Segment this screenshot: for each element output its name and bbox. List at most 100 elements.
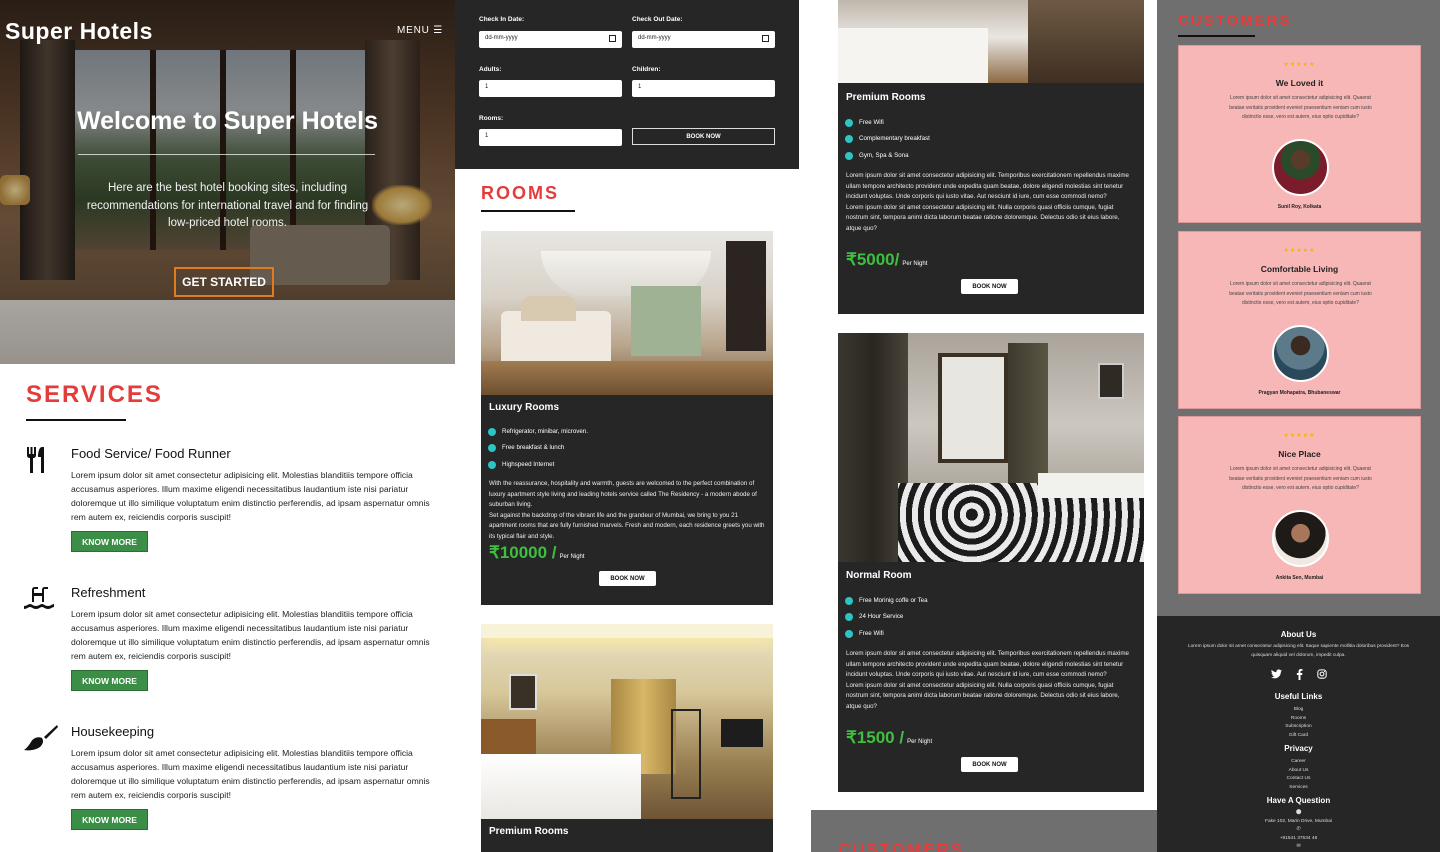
rooms-label: Rooms: xyxy=(479,115,504,122)
footer-about-text: Lorem ipsum dolor sit amet consectetur a… xyxy=(1187,644,1410,658)
location-icon: ⬤ xyxy=(1295,810,1302,815)
footer-link[interactable]: Career xyxy=(1157,758,1440,767)
testimonial-card: ★★★★★ We Loved it Lorem ipsum dolor sit … xyxy=(1178,45,1421,223)
book-now-button[interactable]: BOOK NOW xyxy=(632,128,775,145)
book-now-button[interactable]: BOOK NOW xyxy=(599,571,656,586)
hero-services-panel: Super Hotels MENU ☰ Welcome to Super Hot… xyxy=(0,0,455,852)
calendar-icon[interactable] xyxy=(609,35,616,42)
rooms-detail-panel: Premium Rooms Free Wifi Complementary br… xyxy=(811,0,1157,852)
room-name: Premium Rooms xyxy=(846,92,926,103)
rating-stars-icon: ★★★★★ xyxy=(1283,62,1316,68)
footer-link[interactable]: Gift Card xyxy=(1157,732,1440,741)
social-links xyxy=(1157,669,1440,683)
room-price: ₹5000/Per Night xyxy=(846,250,928,269)
phone-icon: ✆ xyxy=(1296,827,1301,832)
hero-subtext: Here are the best hotel booking sites, i… xyxy=(86,182,369,229)
avatar xyxy=(1272,325,1329,382)
testimonial-title: Nice Place xyxy=(1278,449,1321,459)
feature-item: Gym, Spa & Sona xyxy=(846,148,930,164)
footer-privacy-title: Privacy xyxy=(1284,744,1313,753)
hero-heading: Welcome to Super Hotels xyxy=(77,107,378,135)
footer-useful-links: Blog Rooms Subscription Gift Card xyxy=(1157,706,1440,740)
adults-label: Adults: xyxy=(479,66,502,73)
mail-icon[interactable]: ✉ xyxy=(1157,843,1440,852)
service-title: Refreshment xyxy=(71,585,146,600)
customer-name: Pragyan Mohapatra, Bhubaneswar xyxy=(1258,390,1341,396)
room-description: Lorem ipsum dolor sit amet consectetur a… xyxy=(846,172,1129,232)
rooms-input[interactable]: 1 xyxy=(479,129,622,146)
feature-item: Complementary breakfast xyxy=(846,131,930,147)
feature-item: Refrigerator, minibar, microven. xyxy=(489,424,588,440)
booking-rooms-panel: Check In Date: Check Out Date: dd-mm-yyy… xyxy=(455,0,799,852)
footer-link[interactable]: Rooms xyxy=(1157,715,1440,724)
customers-footer-panel: CUSTOMERS ★★★★★ We Loved it Lorem ipsum … xyxy=(1157,0,1440,852)
get-started-button[interactable]: GET STARTED xyxy=(174,267,274,297)
feature-item: Free Morinig coffe or Tea xyxy=(846,593,928,609)
room-image xyxy=(481,231,773,395)
footer-link[interactable]: Subscription xyxy=(1157,723,1440,732)
facebook-icon[interactable] xyxy=(1296,669,1303,683)
footer-contact: ⬤ Fake 102, Marin Drive, Mumbai ✆ +91541… xyxy=(1157,809,1440,852)
children-input[interactable]: 1 xyxy=(632,80,775,97)
testimonial-card: ★★★★★ Nice Place Lorem ipsum dolor sit a… xyxy=(1178,416,1421,594)
instagram-icon[interactable] xyxy=(1316,669,1327,683)
calendar-icon[interactable] xyxy=(762,35,769,42)
rating-stars-icon: ★★★★★ xyxy=(1283,433,1316,439)
booking-form: Check In Date: Check Out Date: dd-mm-yyy… xyxy=(455,0,799,169)
room-description: With the reassurance, hospitality and wa… xyxy=(489,480,765,540)
adults-input[interactable]: 1 xyxy=(479,80,622,97)
footer-link[interactable]: About Us xyxy=(1157,767,1440,776)
customers-title: CUSTOMERS xyxy=(838,840,965,852)
avatar xyxy=(1272,510,1329,567)
footer-link[interactable]: Blog xyxy=(1157,706,1440,715)
know-more-button[interactable]: KNOW MORE xyxy=(71,670,148,691)
footer-question-title: Have A Question xyxy=(1266,796,1331,805)
know-more-button[interactable]: KNOW MORE xyxy=(71,531,148,552)
footer-privacy-links: Career About Us Contact Us Services xyxy=(1157,758,1440,792)
room-card-premium: Premium Rooms Free Wifi Complementary br… xyxy=(838,0,1144,314)
avatar xyxy=(1272,139,1329,196)
customer-name: Ankita Sen, Mumbai xyxy=(1275,575,1324,581)
rooms-underline xyxy=(481,210,575,212)
footer-address: Fake 102, Marin Drive, Mumbai xyxy=(1265,818,1332,824)
checkin-date-input[interactable]: dd-mm-yyyy xyxy=(479,31,622,48)
customers-underline xyxy=(1178,35,1255,37)
footer-link[interactable]: Services xyxy=(1157,784,1440,793)
service-title: Food Service/ Food Runner xyxy=(71,446,231,461)
brand-logo[interactable]: Super Hotels xyxy=(5,18,153,45)
menu-button[interactable]: MENU ☰ xyxy=(397,25,443,36)
feature-item: Free Wifi xyxy=(846,626,928,642)
room-card-premium: Premium Rooms xyxy=(481,624,773,852)
service-title: Housekeeping xyxy=(71,724,155,739)
feature-item: Free Wifi xyxy=(846,115,930,131)
room-name: Luxury Rooms xyxy=(489,402,560,413)
room-features: Free Wifi Complementary breakfast Gym, S… xyxy=(846,115,930,164)
checkout-date-input[interactable]: dd-mm-yyyy xyxy=(632,31,775,48)
customers-title: CUSTOMERS xyxy=(1178,12,1292,29)
checkin-label: Check In Date: xyxy=(479,16,525,23)
room-name: Normal Room xyxy=(846,570,912,581)
hero-divider xyxy=(78,154,375,155)
room-price: ₹1500 /Per Night xyxy=(846,728,933,747)
footer-phone[interactable]: +91541 37534 48 xyxy=(1157,835,1440,844)
service-text: Lorem ipsum dolor sit amet consectetur a… xyxy=(71,748,430,800)
testimonial-text: Lorem ipsum dolor sit amet consectetur a… xyxy=(1229,281,1372,306)
footer: About Us Lorem ipsum dolor sit amet cons… xyxy=(1157,616,1440,852)
rating-stars-icon: ★★★★★ xyxy=(1283,248,1316,254)
room-description: Lorem ipsum dolor sit amet consectetur a… xyxy=(846,650,1129,710)
pool-icon xyxy=(24,587,54,609)
twitter-icon[interactable] xyxy=(1270,669,1282,683)
know-more-button[interactable]: KNOW MORE xyxy=(71,809,148,830)
room-card-luxury: Luxury Rooms Refrigerator, minibar, micr… xyxy=(481,231,773,605)
testimonial-title: Comfortable Living xyxy=(1260,264,1339,274)
checkout-label: Check Out Date: xyxy=(632,16,683,23)
customer-name: Sunil Roy, Kolkata xyxy=(1277,204,1322,210)
footer-link[interactable]: Contact Us xyxy=(1157,775,1440,784)
footer-about-title: About Us xyxy=(1280,630,1317,639)
room-features: Refrigerator, minibar, microven. Free br… xyxy=(489,424,588,473)
hero-section: Super Hotels MENU ☰ Welcome to Super Hot… xyxy=(0,0,455,364)
book-now-button[interactable]: BOOK NOW xyxy=(961,279,1018,294)
room-image xyxy=(481,624,773,819)
services-title: SERVICES xyxy=(26,381,163,408)
book-now-button[interactable]: BOOK NOW xyxy=(961,757,1018,772)
